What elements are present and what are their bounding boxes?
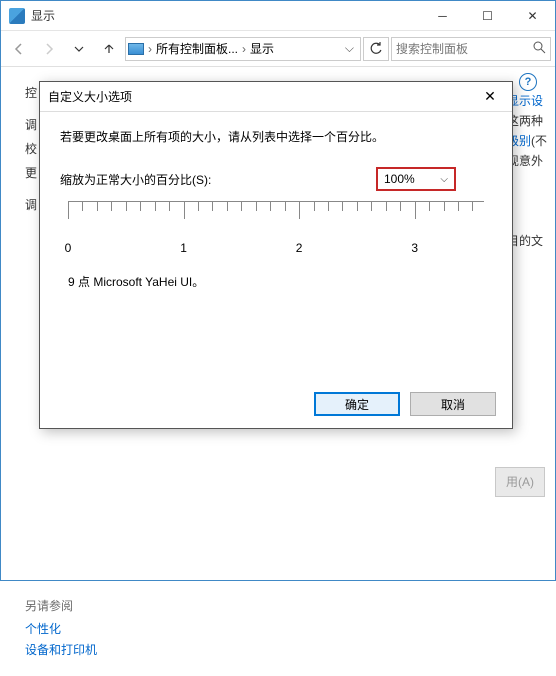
chevron-down-icon[interactable]: ⌵	[341, 41, 358, 56]
ruler-label: 2	[296, 241, 303, 255]
apply-button: 用(A)	[495, 467, 545, 497]
scale-value: 100%	[384, 172, 415, 186]
link-personalization[interactable]: 个性化	[25, 620, 531, 637]
address-bar[interactable]: › 所有控制面板... › 显示 ⌵	[125, 37, 361, 61]
dialog-title: 自定义大小选项	[48, 88, 476, 105]
ruler-label: 3	[411, 241, 418, 255]
see-also-header: 另请参阅	[25, 597, 531, 614]
breadcrumb-seg2[interactable]: 显示	[250, 40, 274, 57]
dialog-titlebar: 自定义大小选项 ✕	[40, 82, 512, 112]
ruler-label: 1	[180, 241, 187, 255]
forward-button[interactable]	[35, 35, 63, 63]
custom-size-dialog: 自定义大小选项 ✕ 若要更改桌面上所有项的大小，请从列表中选择一个百分比。 缩放…	[39, 81, 513, 429]
dialog-body: 若要更改桌面上所有项的大小，请从列表中选择一个百分比。 缩放为正常大小的百分比(…	[40, 112, 512, 310]
maximize-button[interactable]: ☐	[465, 1, 510, 31]
close-button[interactable]: ✕	[510, 1, 555, 31]
cancel-button[interactable]: 取消	[410, 392, 496, 416]
ruler-label: 0	[65, 241, 72, 255]
minimize-button[interactable]: ─	[420, 1, 465, 31]
help-icon[interactable]: ?	[519, 73, 537, 91]
back-button[interactable]	[5, 35, 33, 63]
scale-label: 缩放为正常大小的百分比(S):	[60, 171, 211, 188]
up-button[interactable]	[95, 35, 123, 63]
search-placeholder: 搜索控制面板	[396, 40, 468, 57]
recent-button[interactable]	[65, 35, 93, 63]
link-devices-printers[interactable]: 设备和打印机	[25, 641, 531, 658]
search-icon	[533, 41, 546, 57]
refresh-button[interactable]	[363, 37, 389, 61]
dialog-intro: 若要更改桌面上所有项的大小，请从列表中选择一个百分比。	[60, 128, 492, 145]
display-icon	[9, 8, 25, 24]
peek-text: (不	[531, 134, 547, 148]
ok-button[interactable]: 确定	[314, 392, 400, 416]
chevron-down-icon: ⌵	[440, 174, 448, 185]
ruler[interactable]: 0 1 2 3	[68, 201, 484, 261]
search-input[interactable]: 搜索控制面板	[391, 37, 551, 61]
scale-combobox[interactable]: 100% ⌵	[376, 167, 456, 191]
font-sample: 9 点 Microsoft YaHei UI。	[68, 273, 484, 290]
window-title: 显示	[31, 7, 420, 24]
chevron-right-icon: ›	[242, 42, 246, 56]
see-also: 另请参阅 个性化 设备和打印机	[25, 597, 531, 658]
window-titlebar: 显示 ─ ☐ ✕	[1, 1, 555, 31]
toolbar: › 所有控制面板... › 显示 ⌵ 搜索控制面板	[1, 31, 555, 67]
dialog-footer: 确定 取消	[314, 392, 496, 416]
monitor-icon	[128, 43, 144, 55]
chevron-right-icon: ›	[148, 42, 152, 56]
dialog-close-button[interactable]: ✕	[476, 86, 504, 108]
breadcrumb-seg1[interactable]: 所有控制面板...	[156, 40, 238, 57]
